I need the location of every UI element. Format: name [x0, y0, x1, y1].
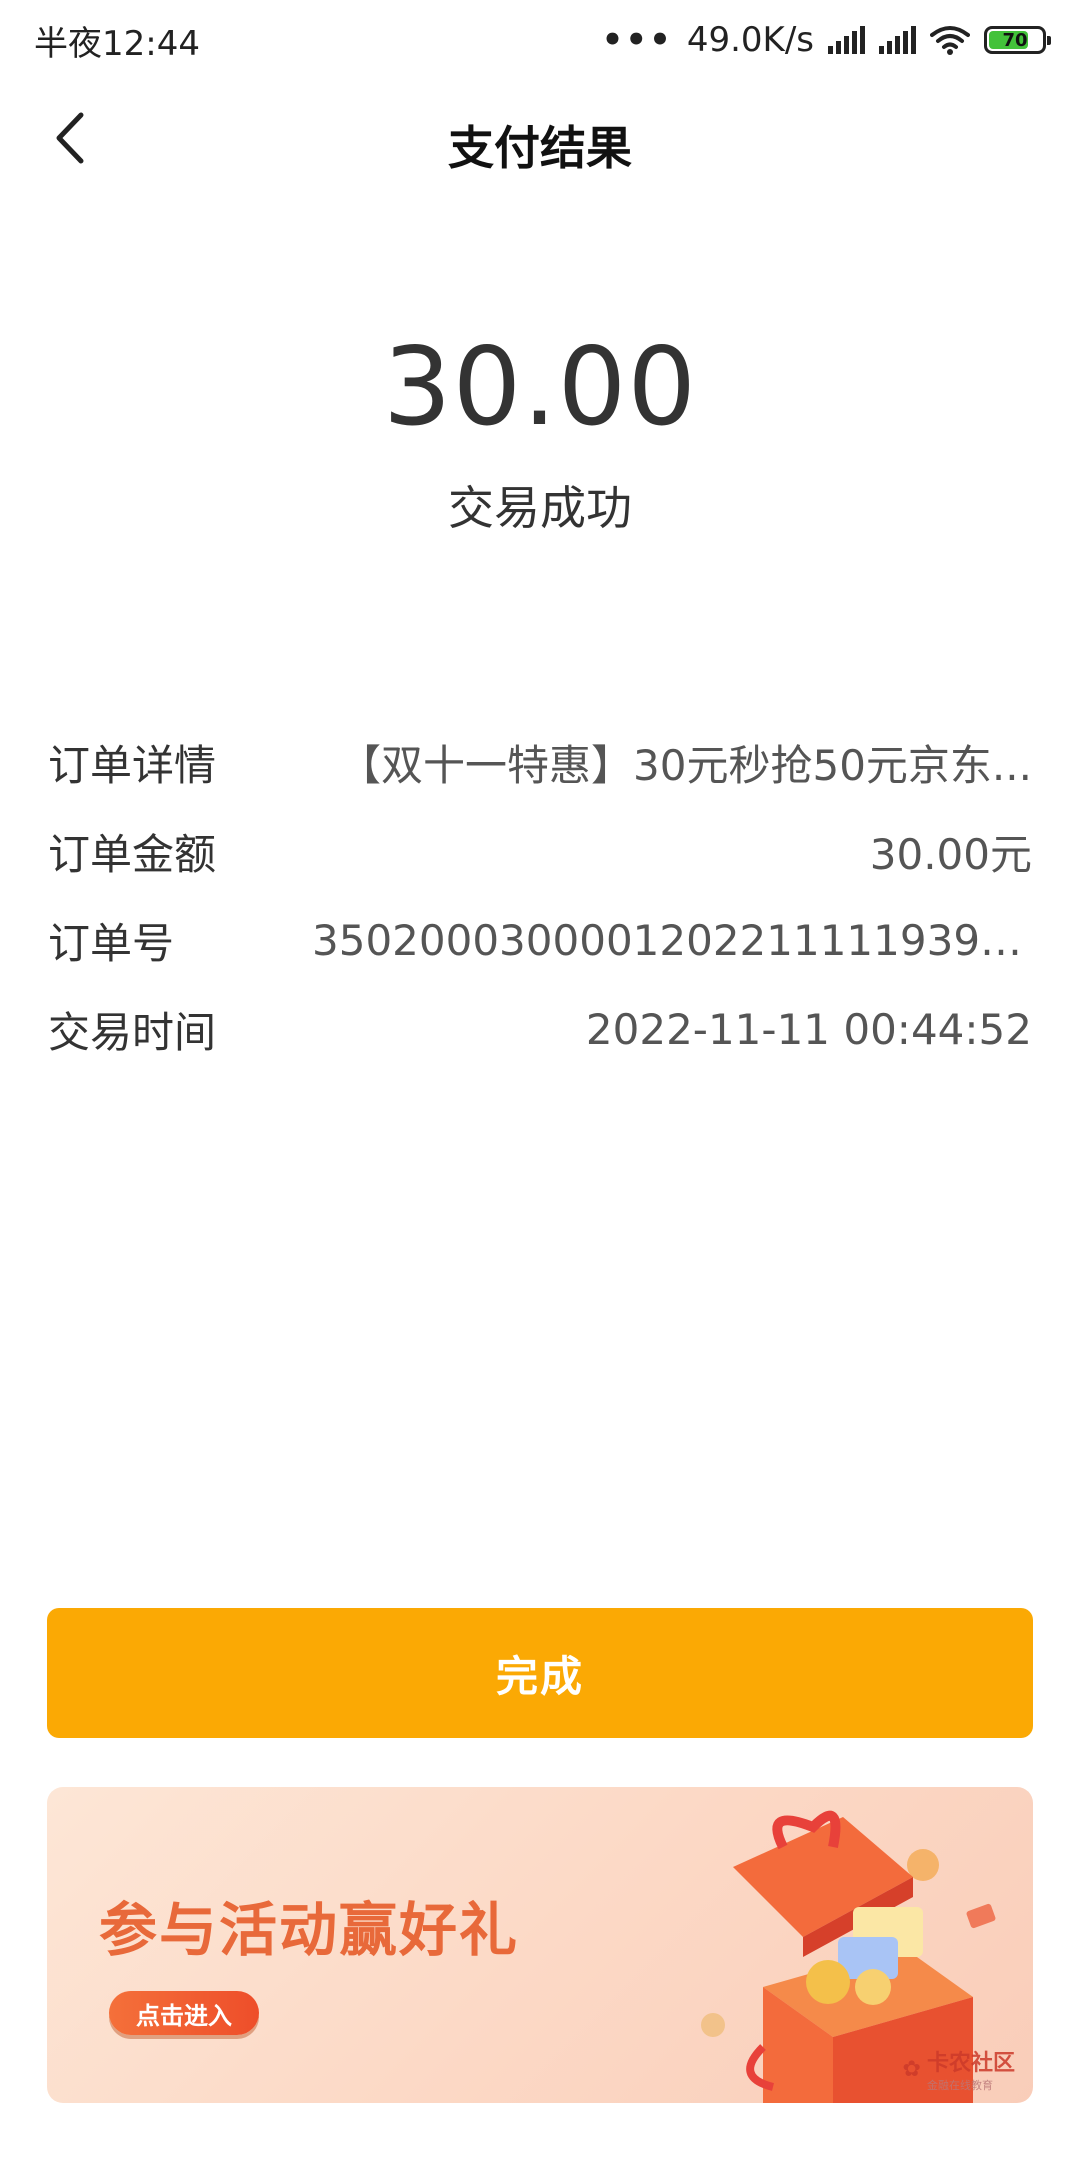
detail-value: 【双十一特惠】30元秒抢50元京东...: [339, 741, 1032, 790]
banner-title: 参与活动赢好礼: [99, 1896, 520, 1964]
enter-button[interactable]: 点击进入: [109, 1991, 259, 2035]
promo-banner[interactable]: 参与活动赢好礼 点击进入 ✿ 卡农社区 金融在线教育: [47, 1787, 1033, 2103]
detail-value: 30.00元: [869, 830, 1032, 879]
page-title: 支付结果: [448, 121, 632, 175]
signal-icon: [828, 26, 865, 54]
detail-label: 订单金额: [48, 830, 217, 879]
detail-row-time: 交易时间 2022-11-11 00:44:52: [48, 985, 1032, 1074]
watermark-logo: ✿ 卡农社区 金融在线教育: [903, 2045, 1015, 2093]
status-time: 半夜12:44: [34, 23, 200, 64]
detail-value: 2022-11-11 00:44:52: [585, 1005, 1032, 1054]
more-dots-icon: •••: [601, 20, 673, 60]
wifi-icon: [930, 26, 970, 55]
order-details: 订单详情 【双十一特惠】30元秒抢50元京东... 订单金额 30.00元 订单…: [48, 718, 1032, 1074]
signal-icon-2: [879, 26, 916, 54]
detail-row-amount: 订单金额 30.00元: [48, 807, 1032, 896]
nav-bar: 支付结果: [0, 90, 1080, 190]
watermark-text: 卡农社区 金融在线教育: [926, 2051, 1015, 2092]
network-speed: 49.0K/s: [686, 20, 814, 60]
battery-icon: 70: [984, 26, 1051, 54]
payment-amount: 30.00: [382, 325, 698, 450]
detail-label: 交易时间: [48, 1008, 217, 1057]
transaction-status: 交易成功: [448, 481, 632, 535]
detail-value: 3502000300001202211111939708: [312, 916, 1032, 965]
status-icons: ••• 49.0K/s 70: [601, 20, 1051, 60]
detail-row-order-number: 订单号 3502000300001202211111939708: [48, 896, 1032, 985]
detail-label: 订单号: [48, 919, 175, 968]
detail-label: 订单详情: [48, 741, 217, 790]
detail-row-order: 订单详情 【双十一特惠】30元秒抢50元京东...: [48, 718, 1032, 807]
status-bar: 半夜12:44 ••• 49.0K/s 70: [0, 0, 1080, 80]
done-button[interactable]: 完成: [47, 1608, 1033, 1738]
watermark-icon: ✿: [902, 2056, 921, 2082]
